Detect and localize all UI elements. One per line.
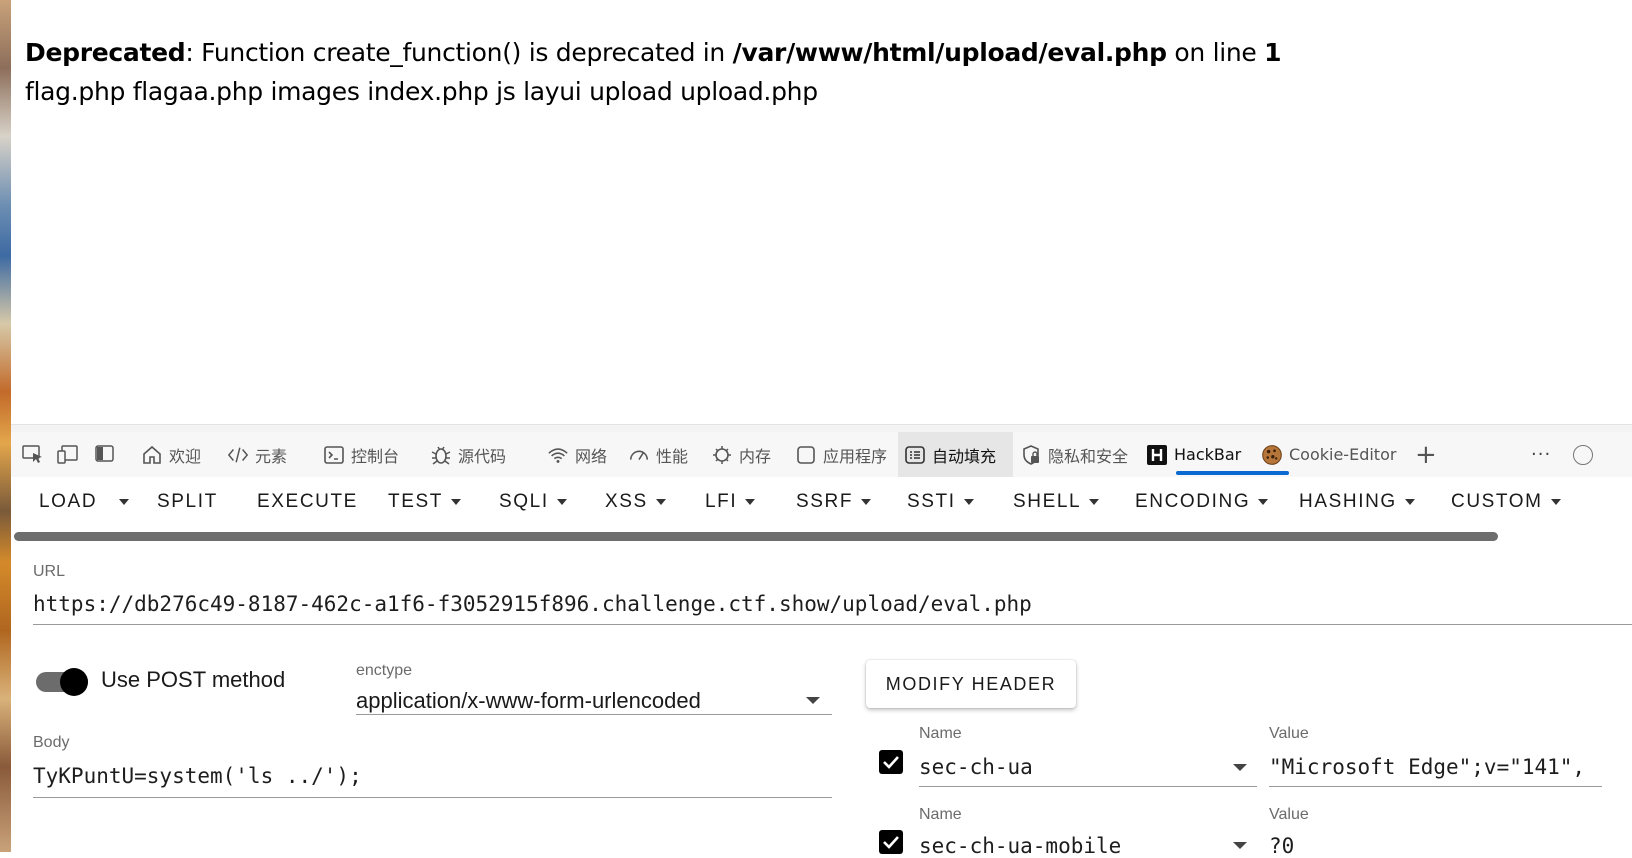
split-button[interactable]: SPLIT	[157, 491, 218, 513]
enctype-select[interactable]: application/x-www-form-urlencoded	[356, 688, 701, 714]
body-input[interactable]: TyKPuntU=system('ls ../');	[33, 764, 362, 788]
enctype-underline	[356, 714, 832, 715]
header-value-input[interactable]: ?0	[1269, 834, 1599, 858]
load-dropdown-caret[interactable]	[119, 499, 129, 505]
header-checkbox[interactable]	[879, 830, 903, 854]
enctype-label: enctype	[356, 662, 413, 679]
header-checkbox[interactable]	[879, 750, 903, 774]
tab-memory[interactable]: 内存	[705, 432, 777, 477]
tab-welcome[interactable]: 欢迎	[135, 432, 207, 477]
shell-menu[interactable]: SHELL	[1013, 491, 1100, 513]
load-button[interactable]: LOAD	[39, 491, 97, 513]
devtools-tab-bar: 欢迎 元素 控制台 源代码 网络 性能 内存 应用程序 自动填充 隐私和安全 H…	[11, 432, 1632, 478]
chip-icon	[711, 444, 733, 466]
device-emulation-icon[interactable]	[56, 442, 80, 466]
code-icon	[227, 444, 249, 466]
tab-network[interactable]: 网络	[541, 432, 613, 477]
test-menu[interactable]: TEST	[388, 491, 461, 513]
check-icon	[883, 836, 899, 849]
tab-application[interactable]: 应用程序	[789, 432, 893, 477]
enctype-dropdown-caret[interactable]	[806, 697, 820, 704]
execute-button[interactable]: EXECUTE	[257, 491, 358, 513]
tab-autofill[interactable]: 自动填充	[898, 432, 1013, 477]
tab-elements[interactable]: 元素	[221, 432, 293, 477]
url-label: URL	[33, 563, 66, 580]
header-value-input[interactable]: "Microsoft Edge";v="141",	[1269, 755, 1599, 779]
header-name-dropdown-caret[interactable]	[1233, 764, 1247, 771]
tab-privacy-security[interactable]: 隐私和安全	[1014, 432, 1134, 477]
sqli-menu[interactable]: SQLI	[499, 491, 567, 513]
inspect-icon[interactable]	[21, 442, 45, 466]
hackbar-h-icon	[1146, 444, 1168, 466]
header-value-label: Value	[1269, 725, 1309, 742]
gauge-icon	[628, 444, 650, 466]
header-name-input[interactable]: sec-ch-ua-mobile	[919, 834, 1121, 858]
ssti-menu[interactable]: SSTI	[907, 491, 974, 513]
header-name-dropdown-caret[interactable]	[1233, 842, 1247, 849]
active-tab-indicator	[1176, 471, 1289, 475]
header-name-underline	[919, 786, 1257, 787]
tab-performance[interactable]: 性能	[622, 432, 694, 477]
home-icon	[141, 444, 163, 466]
console-icon	[323, 444, 345, 466]
header-name-label: Name	[919, 725, 962, 742]
body-label: Body	[33, 734, 70, 751]
dock-panel-icon[interactable]	[93, 442, 117, 466]
header-value-label: Value	[1269, 806, 1309, 823]
horizontal-scrollbar[interactable]	[14, 532, 1498, 541]
tab-console[interactable]: 控制台	[317, 432, 405, 477]
shield-lock-icon	[1020, 444, 1042, 466]
check-icon	[883, 756, 899, 769]
url-input[interactable]: https://db276c49-8187-462c-a1f6-f3052915…	[33, 592, 1032, 616]
modify-header-button[interactable]: MODIFY HEADER	[866, 660, 1076, 708]
post-method-label: Use POST method	[101, 667, 286, 692]
custom-menu[interactable]: CUSTOM	[1451, 491, 1561, 513]
desktop-background-strip	[0, 0, 11, 852]
deprecation-message: Deprecated: Function create_function() i…	[25, 38, 1282, 67]
tab-sources[interactable]: 源代码	[424, 432, 512, 477]
directory-listing: flag.php flagaa.php images index.php js …	[25, 77, 818, 106]
url-underline	[33, 624, 1632, 625]
header-name-label: Name	[919, 806, 962, 823]
add-tab-button[interactable]: +	[1409, 432, 1443, 477]
header-value-underline	[1269, 786, 1602, 787]
lfi-menu[interactable]: LFI	[705, 491, 756, 513]
cookie-icon	[1261, 444, 1283, 466]
more-tools-button[interactable]: ···	[1525, 432, 1557, 477]
help-icon[interactable]	[1573, 445, 1593, 465]
xss-menu[interactable]: XSS	[605, 491, 666, 513]
window-icon	[795, 444, 817, 466]
body-underline	[33, 797, 832, 798]
hashing-menu[interactable]: HASHING	[1299, 491, 1415, 513]
bug-icon	[430, 444, 452, 466]
form-icon	[904, 444, 926, 466]
wifi-icon	[547, 444, 569, 466]
ssrf-menu[interactable]: SSRF	[796, 491, 872, 513]
encoding-menu[interactable]: ENCODING	[1135, 491, 1269, 513]
header-name-input[interactable]: sec-ch-ua	[919, 755, 1033, 779]
post-method-toggle-knob[interactable]	[60, 668, 88, 696]
hackbar-menu: LOAD SPLIT EXECUTE TEST SQLI XSS LFI SSR…	[11, 477, 1632, 531]
